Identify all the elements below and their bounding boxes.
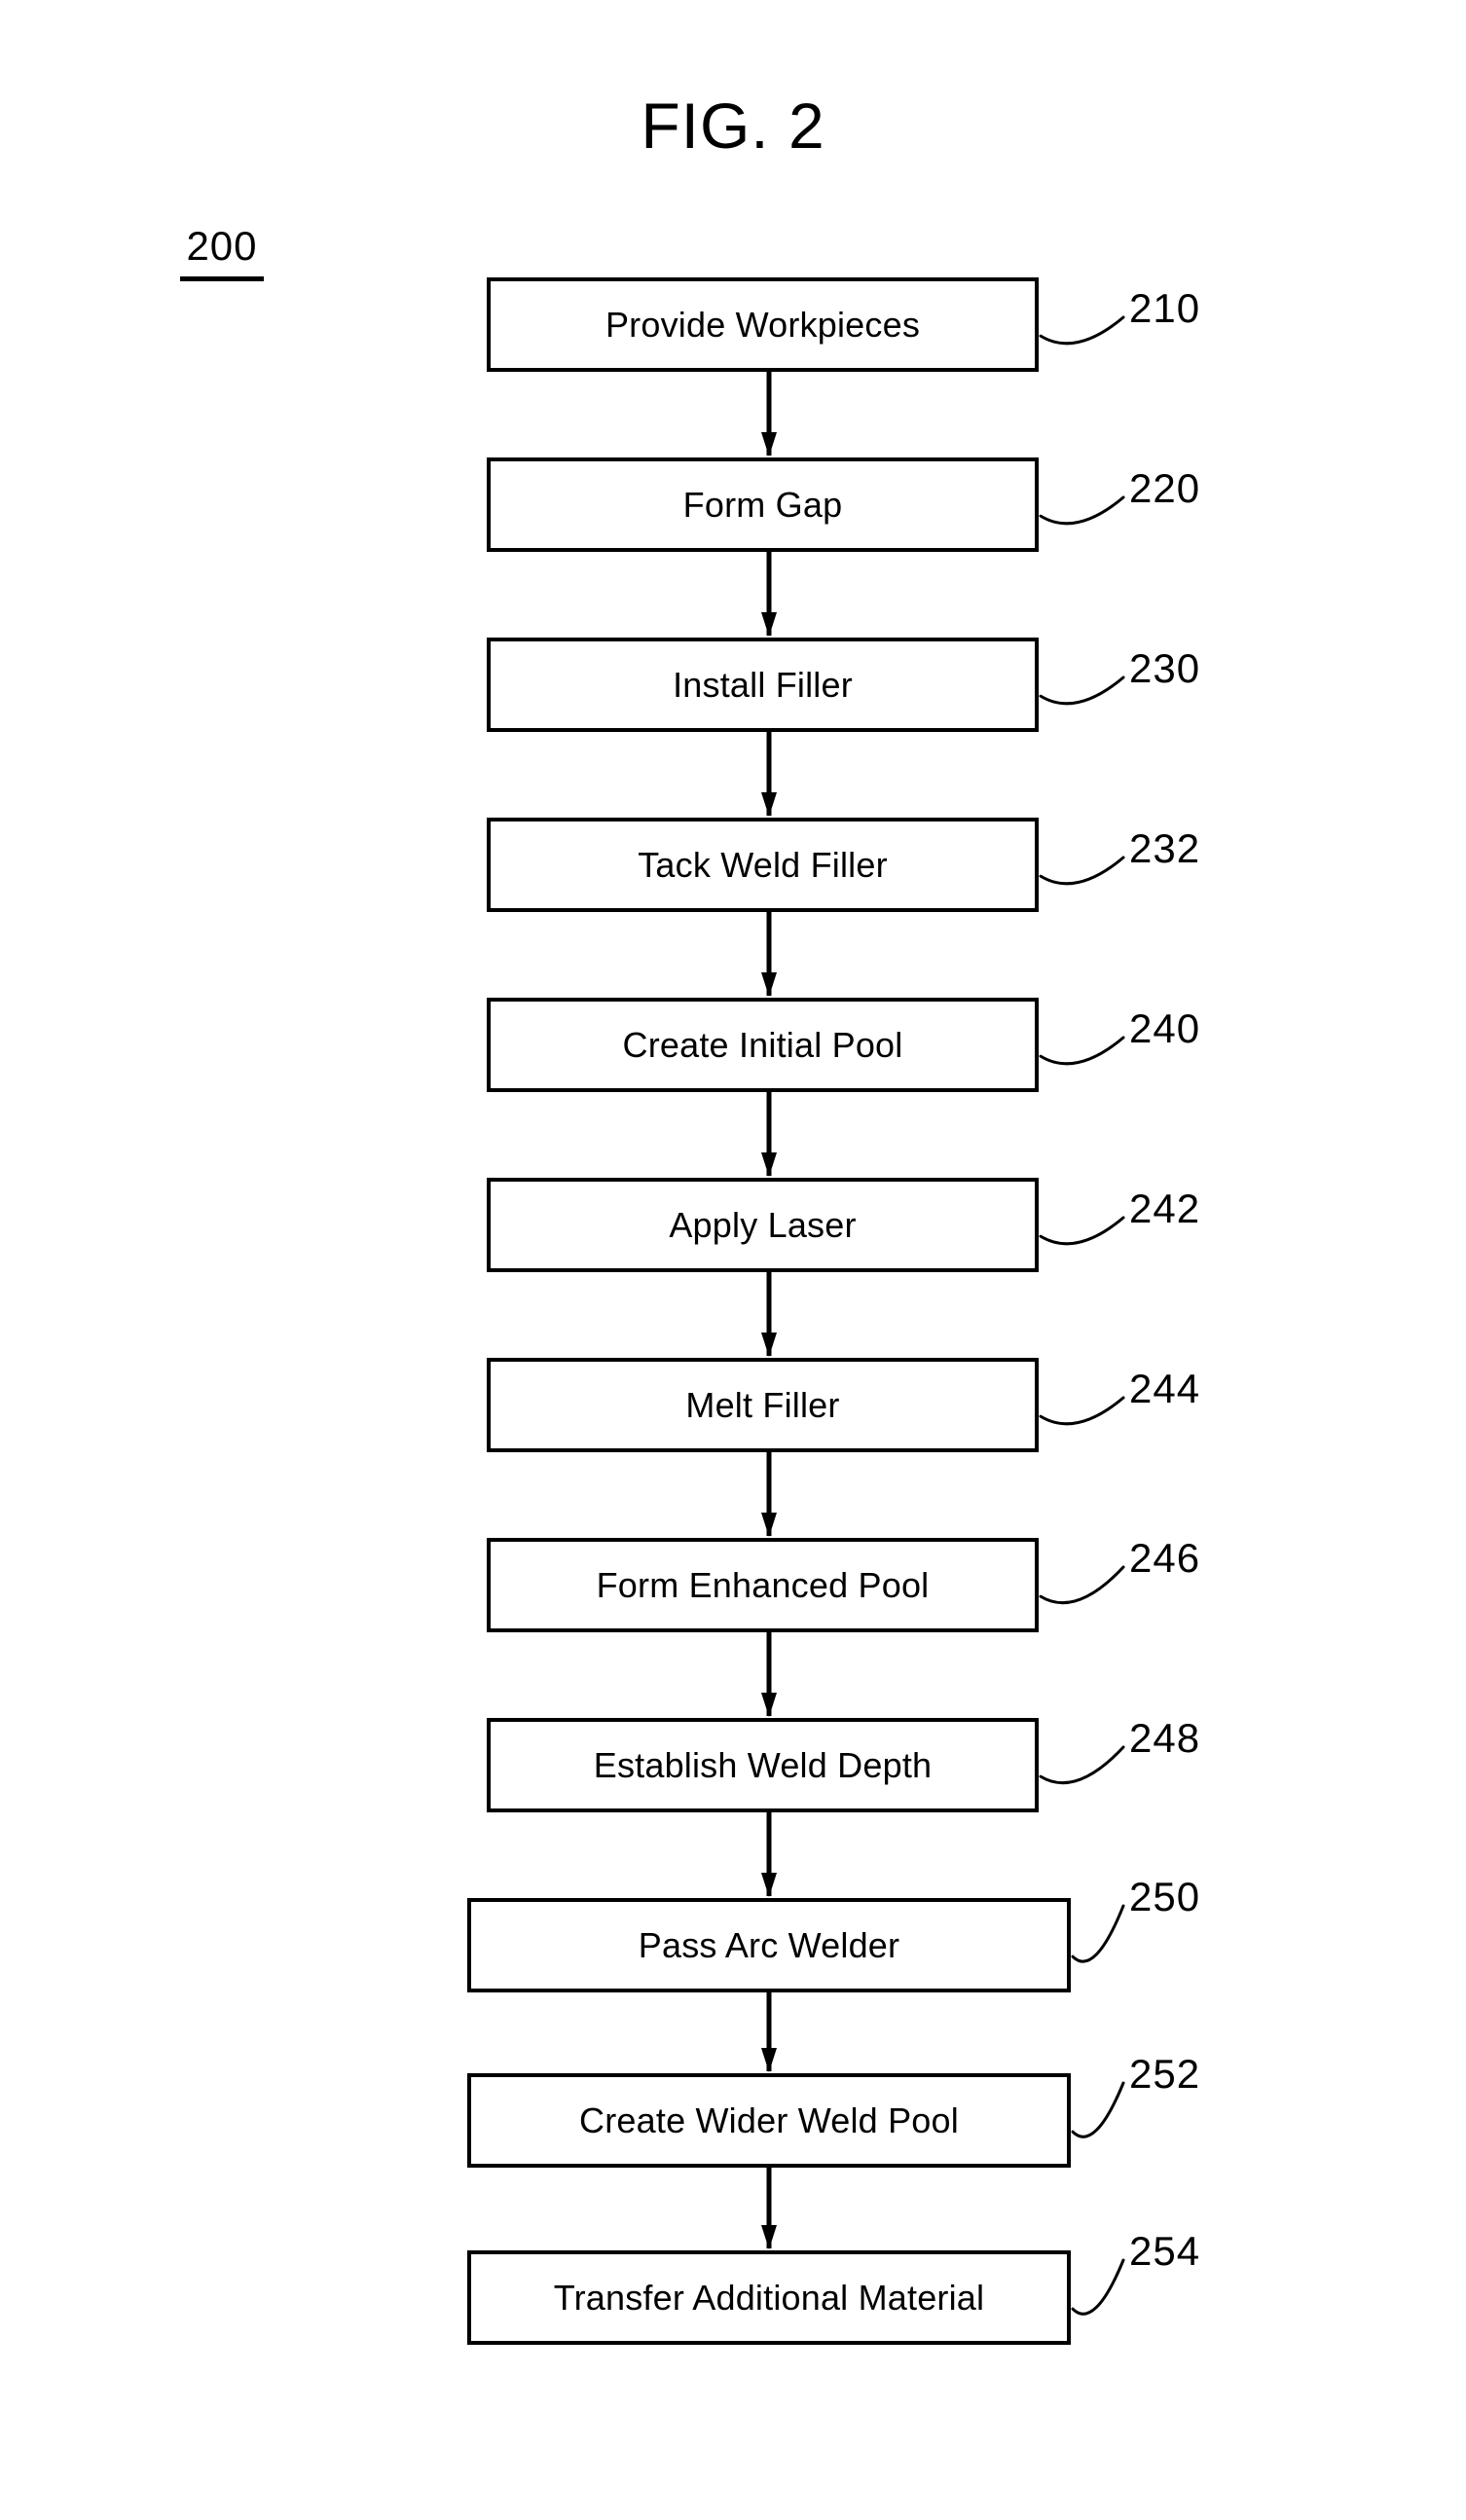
flow-box-244: Melt Filler [487, 1358, 1039, 1452]
connector-arrow-248-to-250 [750, 1812, 788, 1898]
leader-line-210 [1039, 298, 1127, 376]
connector-arrow-250-to-252 [750, 1992, 788, 2073]
patent-figure: FIG. 2 200 Provide Workpieces 210 Form Gap… [0, 0, 1466, 2520]
reference-number-254: 254 [1129, 2228, 1201, 2274]
flow-box-232: Tack Weld Filler [487, 818, 1039, 912]
reference-number-230: 230 [1129, 645, 1201, 691]
connector-arrow-246-to-248 [750, 1632, 788, 1718]
leader-line-254 [1071, 2241, 1127, 2319]
flow-box-210: Provide Workpieces [487, 277, 1039, 372]
leader-line-246 [1039, 1548, 1127, 1625]
flow-box-246: Form Enhanced Pool [487, 1538, 1039, 1632]
flow-box-label: Install Filler [673, 664, 853, 705]
flow-box-label: Apply Laser [669, 1204, 857, 1245]
flow-box-230: Install Filler [487, 638, 1039, 732]
figure-reference-200: 200 [164, 226, 280, 281]
reference-number-244: 244 [1129, 1366, 1201, 1411]
connector-arrow-230-to-232 [750, 732, 788, 818]
flow-box-label: Form Enhanced Pool [596, 1564, 930, 1605]
leader-line-240 [1039, 1018, 1127, 1096]
reference-number-250: 250 [1129, 1874, 1201, 1919]
flow-box-label: Pass Arc Welder [638, 1924, 900, 1965]
leader-line-244 [1039, 1378, 1127, 1456]
flow-box-240: Create Initial Pool [487, 998, 1039, 1092]
connector-arrow-232-to-240 [750, 912, 788, 998]
connector-arrow-240-to-242 [750, 1092, 788, 1178]
flow-box-248: Establish Weld Depth [487, 1718, 1039, 1812]
figure-reference-200-label: 200 [186, 223, 258, 269]
reference-number-240: 240 [1129, 1005, 1201, 1051]
flow-box-242: Apply Laser [487, 1178, 1039, 1272]
leader-line-232 [1039, 838, 1127, 916]
leader-line-252 [1071, 2063, 1127, 2141]
flow-box-label: Melt Filler [685, 1384, 840, 1425]
flow-box-label: Create Wider Weld Pool [579, 2100, 959, 2140]
flow-box-254: Transfer Additional Material [467, 2250, 1071, 2345]
leader-line-242 [1039, 1198, 1127, 1276]
connector-arrow-210-to-220 [750, 372, 788, 457]
leader-line-250 [1071, 1886, 1127, 1964]
figure-title: FIG. 2 [641, 90, 825, 162]
flow-box-220: Form Gap [487, 457, 1039, 552]
connector-arrow-220-to-230 [750, 552, 788, 638]
flow-box-label: Transfer Additional Material [553, 2277, 985, 2318]
connector-arrow-252-to-254 [750, 2168, 788, 2250]
flow-box-250: Pass Arc Welder [467, 1898, 1071, 1992]
connector-arrow-244-to-246 [750, 1452, 788, 1538]
reference-number-248: 248 [1129, 1715, 1201, 1761]
reference-number-220: 220 [1129, 465, 1201, 511]
reference-number-252: 252 [1129, 2051, 1201, 2097]
leader-line-220 [1039, 478, 1127, 556]
reference-number-232: 232 [1129, 825, 1201, 871]
reference-number-210: 210 [1129, 285, 1201, 331]
connector-arrow-242-to-244 [750, 1272, 788, 1358]
leader-line-248 [1039, 1728, 1127, 1806]
flow-box-252: Create Wider Weld Pool [467, 2073, 1071, 2168]
flow-box-label: Provide Workpieces [605, 304, 921, 345]
leader-line-230 [1039, 658, 1127, 736]
flow-box-label: Create Initial Pool [622, 1024, 903, 1065]
flow-box-label: Form Gap [682, 484, 843, 525]
reference-number-246: 246 [1129, 1535, 1201, 1581]
flow-box-label: Establish Weld Depth [593, 1744, 933, 1785]
figure-reference-200-underline [180, 276, 264, 281]
reference-number-242: 242 [1129, 1186, 1201, 1231]
flow-box-label: Tack Weld Filler [638, 844, 888, 885]
